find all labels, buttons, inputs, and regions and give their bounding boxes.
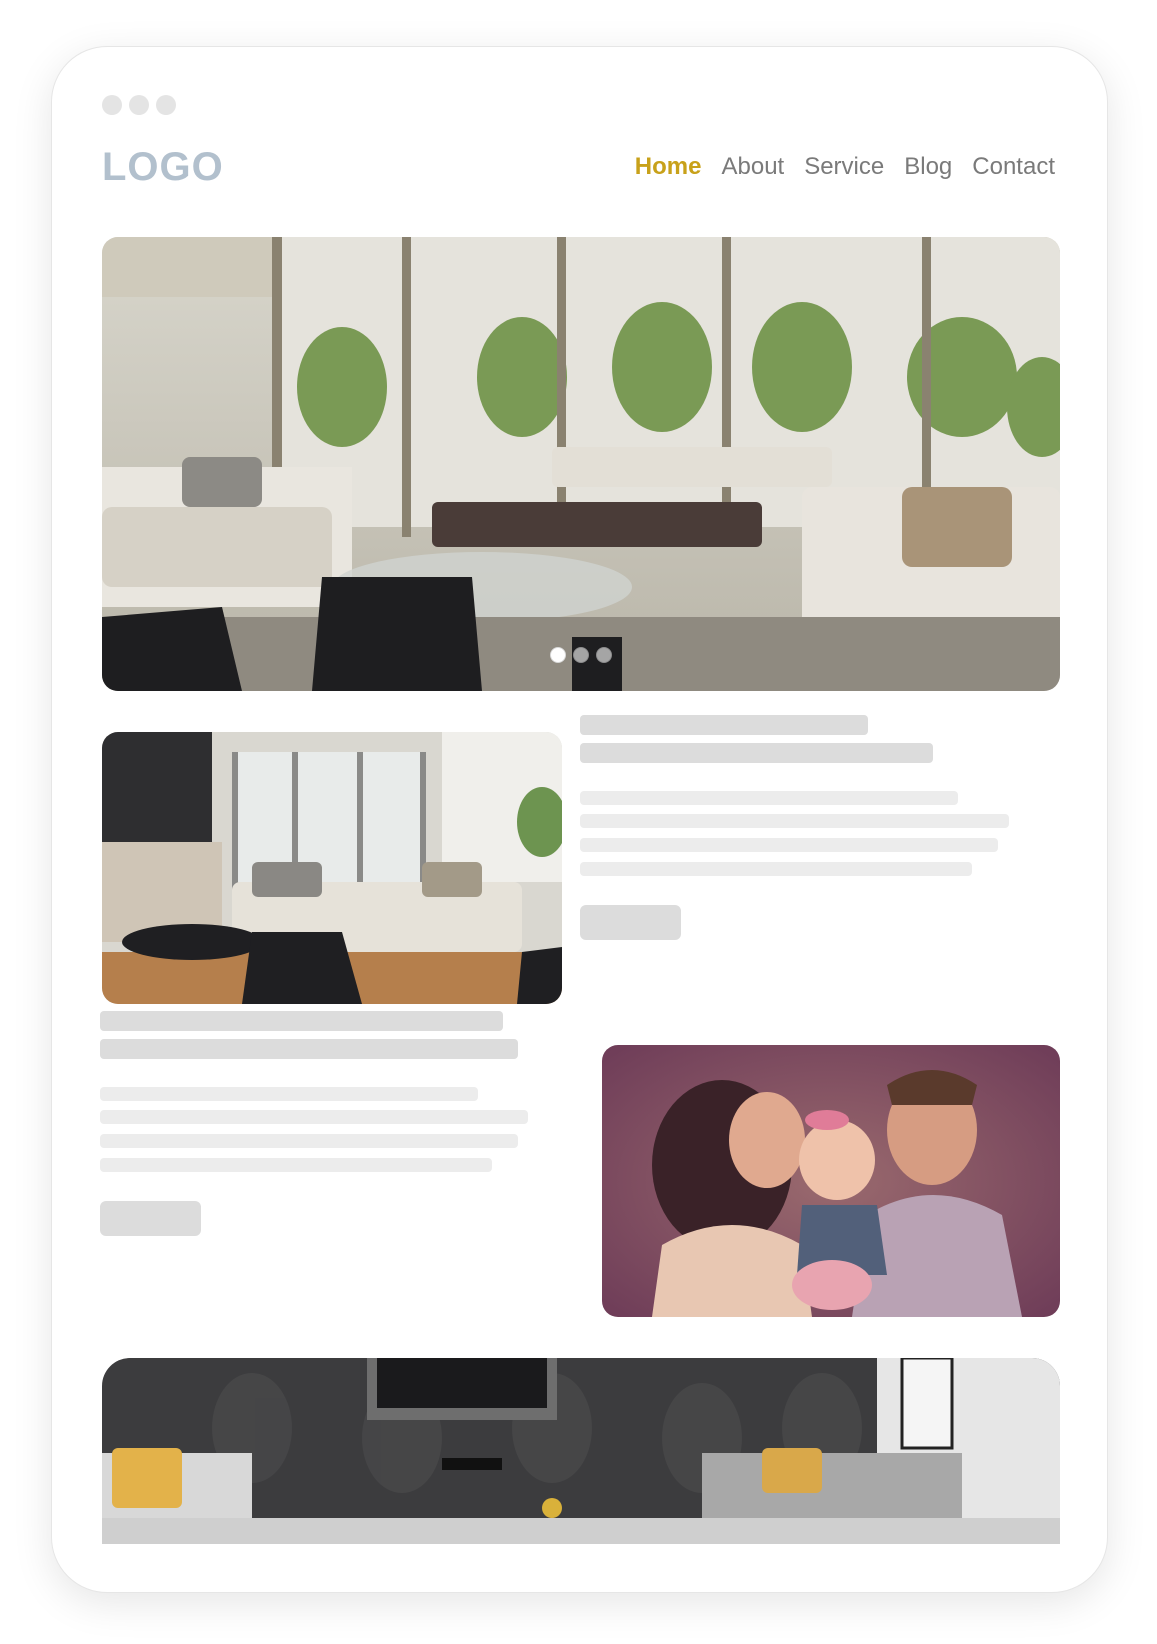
section-2-image xyxy=(602,1045,1060,1317)
section-1-title-line xyxy=(580,743,933,763)
section-2-title-line xyxy=(100,1039,518,1059)
nav-contact[interactable]: Contact xyxy=(972,153,1055,181)
section-2-text-line xyxy=(100,1087,478,1101)
section-2-text-line xyxy=(100,1158,492,1172)
main-nav: Home About Service Blog Contact xyxy=(635,153,1055,181)
carousel-dot-1[interactable] xyxy=(550,647,566,663)
window-dot xyxy=(102,95,122,115)
section-1-text-line xyxy=(580,814,1009,828)
nav-service[interactable]: Service xyxy=(804,153,884,181)
nav-about[interactable]: About xyxy=(721,153,784,181)
lounge-room-photo xyxy=(102,732,562,1004)
section-2-text-line xyxy=(100,1110,528,1124)
carousel-dot-2[interactable] xyxy=(573,647,589,663)
section-1-title-line xyxy=(580,715,868,735)
nav-blog[interactable]: Blog xyxy=(904,153,952,181)
family-kissing-baby-photo xyxy=(602,1045,1060,1317)
window-dot xyxy=(129,95,149,115)
section-1-image xyxy=(102,732,562,1004)
section-1-button[interactable] xyxy=(580,905,681,940)
living-room-photo xyxy=(102,237,1060,691)
device-frame: LOGO Home About Service Blog Contact xyxy=(51,46,1108,1593)
window-dots xyxy=(102,95,176,115)
hero-image xyxy=(102,237,1060,691)
section-1-text-line xyxy=(580,791,958,805)
section-1-text-line xyxy=(580,862,972,876)
footer-banner-image xyxy=(102,1358,1060,1544)
section-2-button[interactable] xyxy=(100,1201,201,1236)
gray-sofa-interior-photo xyxy=(102,1358,1060,1544)
section-2-text-line xyxy=(100,1134,518,1148)
nav-home[interactable]: Home xyxy=(635,153,702,181)
carousel-dots xyxy=(550,647,612,663)
window-dot xyxy=(156,95,176,115)
logo[interactable]: LOGO xyxy=(102,145,224,190)
section-2-title-line xyxy=(100,1011,503,1031)
carousel-dot-3[interactable] xyxy=(596,647,612,663)
section-1-text-line xyxy=(580,838,998,852)
